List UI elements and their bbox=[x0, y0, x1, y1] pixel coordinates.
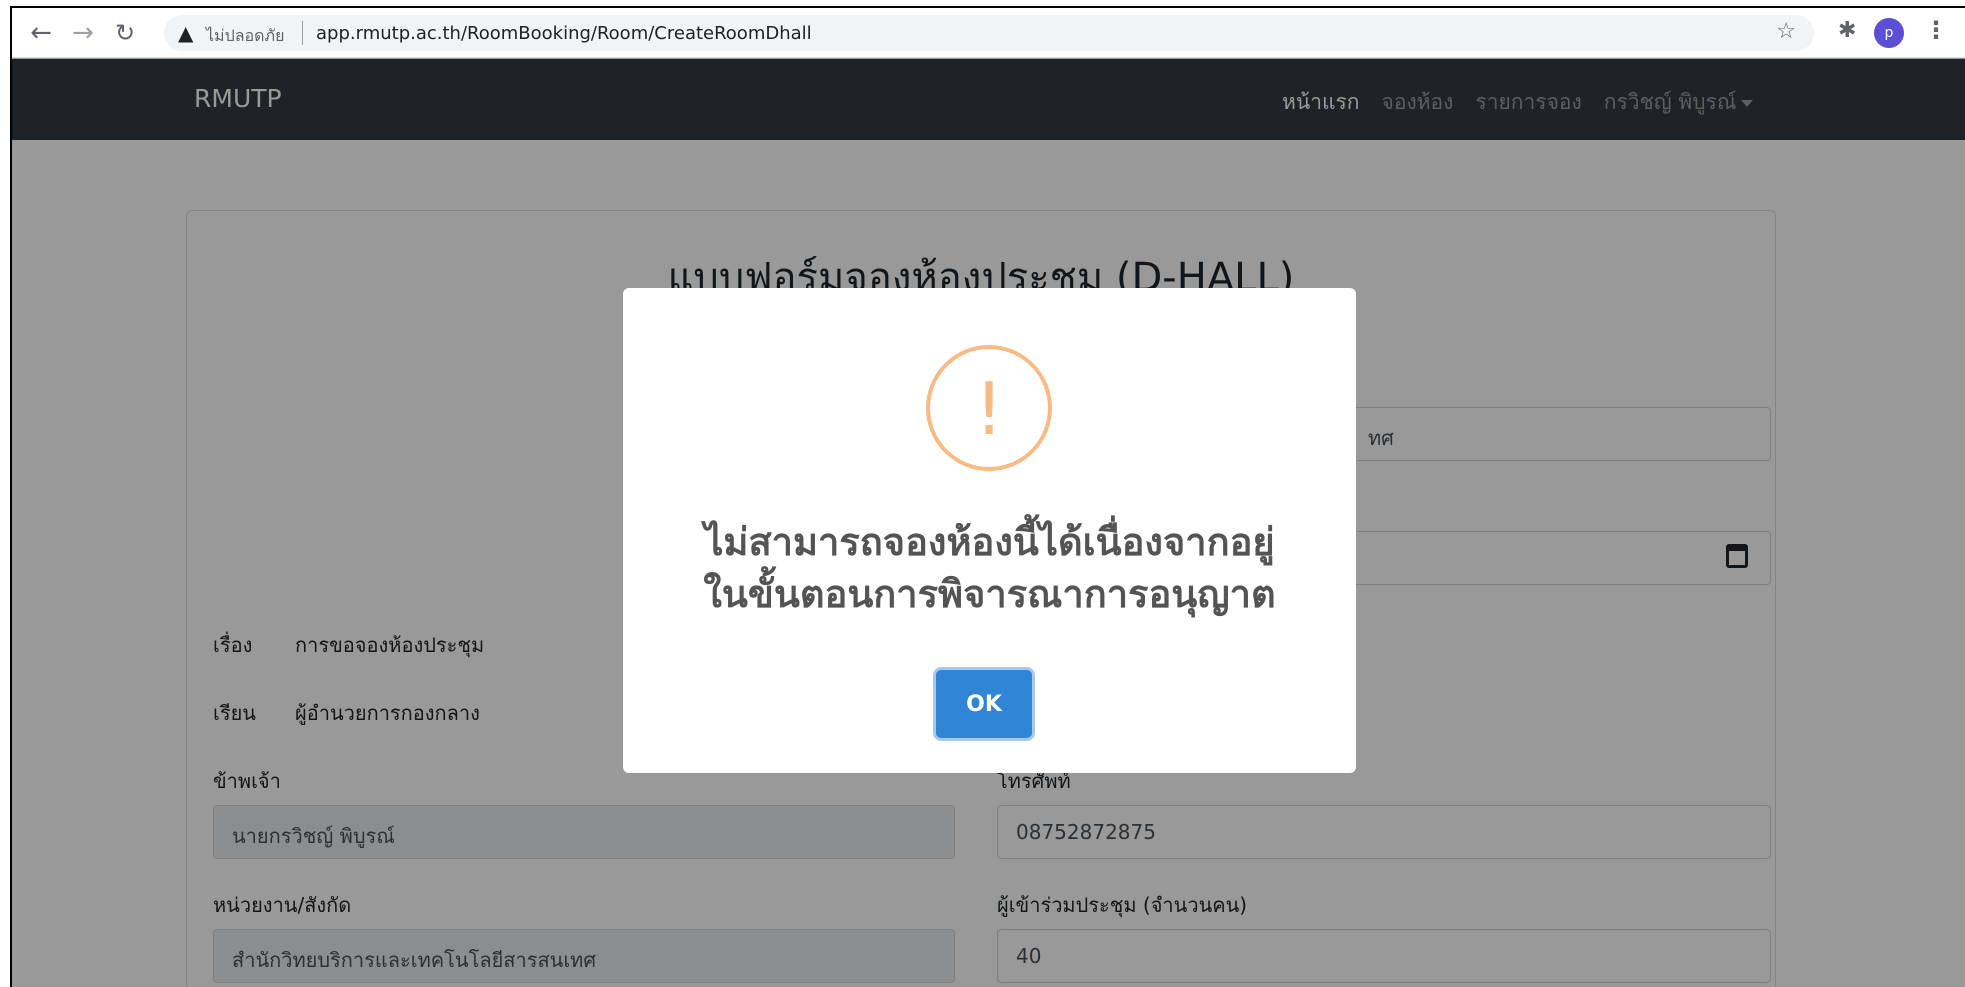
reload-icon[interactable]: ↻ bbox=[110, 18, 140, 48]
ok-button[interactable]: OK bbox=[933, 667, 1035, 741]
extensions-puzzle-icon[interactable]: ✱ bbox=[1838, 18, 1856, 43]
alert-message-line-2: ในขั้นตอนการพิจารณาการอนุญาต bbox=[703, 572, 1276, 616]
warning-icon[interactable]: ▲ bbox=[178, 21, 193, 45]
alert-dialog: ! ไม่สามารถจองห้องนี้ได้เนื่องจากอยู่ ใน… bbox=[623, 288, 1356, 773]
alert-message-line-1: ไม่สามารถจองห้องนี้ได้เนื่องจากอยู่ bbox=[704, 520, 1275, 564]
profile-avatar[interactable]: p bbox=[1874, 18, 1904, 48]
alert-message: ไม่สามารถจองห้องนี้ได้เนื่องจากอยู่ ในขั… bbox=[643, 516, 1336, 620]
not-secure-label[interactable]: ไม่ปลอดภัย bbox=[206, 24, 284, 49]
forward-icon[interactable]: → bbox=[68, 18, 98, 48]
browser-menu-icon[interactable]: ⋮ bbox=[1924, 16, 1948, 44]
browser-toolbar: ← → ↻ ▲ ไม่ปลอดภัย app.rmutp.ac.th/RoomB… bbox=[12, 8, 1965, 58]
address-bar[interactable]: ▲ ไม่ปลอดภัย app.rmutp.ac.th/RoomBooking… bbox=[164, 15, 1814, 51]
url-text[interactable]: app.rmutp.ac.th/RoomBooking/Room/CreateR… bbox=[316, 23, 812, 44]
omnibox-divider bbox=[302, 21, 303, 45]
bookmark-star-icon[interactable]: ☆ bbox=[1776, 19, 1796, 44]
warning-circle-icon: ! bbox=[926, 345, 1052, 471]
exclamation-icon: ! bbox=[974, 367, 1004, 451]
browser-window: ← → ↻ ▲ ไม่ปลอดภัย app.rmutp.ac.th/RoomB… bbox=[10, 6, 1965, 987]
back-icon[interactable]: ← bbox=[26, 18, 56, 48]
